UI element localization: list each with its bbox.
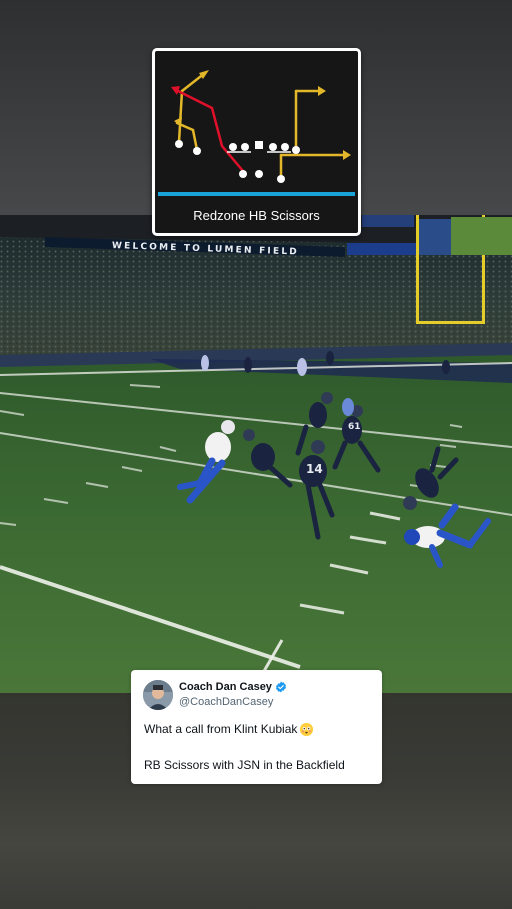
tweet-text-line-1: What a call from Klint Kubiak xyxy=(144,722,314,736)
tweet-author[interactable]: Coach Dan Casey xyxy=(179,681,287,693)
tweet-text-line-2: RB Scissors with JSN in the Backfield xyxy=(144,758,345,772)
avatar[interactable] xyxy=(143,680,173,710)
play-title: Redzone HB Scissors xyxy=(193,207,320,223)
card-accent-bar xyxy=(158,192,355,196)
tweet-line1-text: What a call from Klint Kubiak xyxy=(144,722,298,736)
goalpost xyxy=(416,215,419,323)
offensive-line xyxy=(229,141,289,151)
scoreboard xyxy=(347,243,417,255)
tweet-card[interactable]: Coach Dan Casey @CoachDanCasey What a ca… xyxy=(131,670,382,784)
jersey-number-receiver: 14 xyxy=(306,462,323,476)
flushed-face-emoji-icon xyxy=(300,722,314,736)
stadium-scene: 14 61 xyxy=(0,215,512,693)
game-video-frame: 14 61 WELCOME TO LUMEN FIELD xyxy=(0,215,512,693)
jersey-number-lineman: 61 xyxy=(348,422,361,432)
tweet-handle[interactable]: @CoachDanCasey xyxy=(179,696,273,708)
play-diagram xyxy=(171,70,351,183)
football-field xyxy=(0,355,512,693)
verified-badge-icon xyxy=(275,681,286,693)
tweet-author-name[interactable]: Coach Dan Casey xyxy=(179,681,272,693)
play-diagram-card: Redzone HB Scissors xyxy=(152,48,361,236)
